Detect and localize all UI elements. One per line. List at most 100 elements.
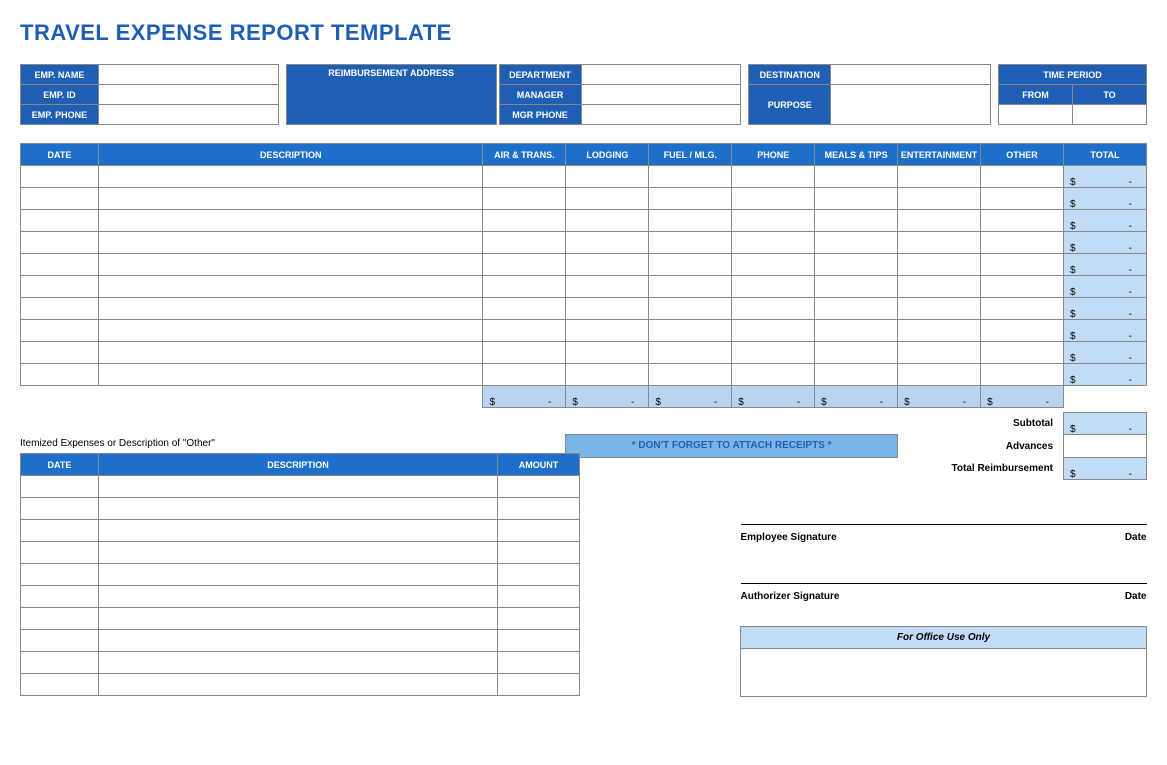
other-cell[interactable] <box>98 586 497 608</box>
expense-cell[interactable] <box>21 276 99 298</box>
expense-cell[interactable] <box>98 298 483 320</box>
input-to[interactable] <box>1072 105 1146 125</box>
other-cell[interactable] <box>98 564 497 586</box>
expense-cell[interactable] <box>898 342 981 364</box>
expense-cell[interactable] <box>981 166 1064 188</box>
input-destination[interactable] <box>831 65 991 85</box>
expense-cell[interactable] <box>898 254 981 276</box>
expense-cell[interactable] <box>815 210 898 232</box>
expense-cell[interactable] <box>21 166 99 188</box>
expense-cell[interactable] <box>649 276 732 298</box>
expense-cell[interactable] <box>21 254 99 276</box>
expense-cell[interactable] <box>815 364 898 386</box>
expense-cell[interactable] <box>732 320 815 342</box>
input-department[interactable] <box>581 65 741 85</box>
expense-cell[interactable] <box>566 254 649 276</box>
expense-cell[interactable] <box>981 276 1064 298</box>
expense-cell[interactable] <box>981 342 1064 364</box>
other-cell[interactable] <box>498 520 580 542</box>
expense-cell[interactable] <box>981 298 1064 320</box>
other-cell[interactable] <box>498 476 580 498</box>
input-from[interactable] <box>999 105 1073 125</box>
other-cell[interactable] <box>498 608 580 630</box>
expense-cell[interactable] <box>898 188 981 210</box>
expense-cell[interactable] <box>815 298 898 320</box>
expense-cell[interactable] <box>566 188 649 210</box>
expense-cell[interactable] <box>21 188 99 210</box>
other-cell[interactable] <box>498 586 580 608</box>
expense-cell[interactable] <box>732 254 815 276</box>
expense-cell[interactable] <box>566 210 649 232</box>
input-purpose[interactable] <box>831 85 991 125</box>
expense-cell[interactable] <box>98 232 483 254</box>
other-cell[interactable] <box>98 542 497 564</box>
other-cell[interactable] <box>21 498 99 520</box>
expense-cell[interactable] <box>815 188 898 210</box>
expense-cell[interactable] <box>566 320 649 342</box>
expense-cell[interactable] <box>898 232 981 254</box>
expense-cell[interactable] <box>898 276 981 298</box>
expense-cell[interactable] <box>732 188 815 210</box>
expense-cell[interactable] <box>98 276 483 298</box>
expense-cell[interactable] <box>483 232 566 254</box>
other-cell[interactable] <box>21 652 99 674</box>
expense-cell[interactable] <box>483 320 566 342</box>
expense-cell[interactable] <box>21 232 99 254</box>
other-cell[interactable] <box>21 608 99 630</box>
expense-cell[interactable] <box>732 210 815 232</box>
input-mgr-phone[interactable] <box>581 105 741 125</box>
expense-cell[interactable] <box>566 364 649 386</box>
expense-cell[interactable] <box>981 210 1064 232</box>
expense-cell[interactable] <box>483 342 566 364</box>
expense-cell[interactable] <box>981 320 1064 342</box>
input-emp-phone[interactable] <box>98 105 278 125</box>
other-cell[interactable] <box>98 498 497 520</box>
expense-cell[interactable] <box>815 320 898 342</box>
expense-cell[interactable] <box>483 364 566 386</box>
expense-cell[interactable] <box>981 232 1064 254</box>
expense-cell[interactable] <box>981 364 1064 386</box>
expense-cell[interactable] <box>483 188 566 210</box>
expense-cell[interactable] <box>483 298 566 320</box>
expense-cell[interactable] <box>649 210 732 232</box>
other-cell[interactable] <box>498 652 580 674</box>
expense-cell[interactable] <box>649 298 732 320</box>
expense-cell[interactable] <box>898 298 981 320</box>
other-cell[interactable] <box>98 476 497 498</box>
other-cell[interactable] <box>498 674 580 696</box>
expense-cell[interactable] <box>732 298 815 320</box>
expense-cell[interactable] <box>566 232 649 254</box>
expense-cell[interactable] <box>483 254 566 276</box>
expense-cell[interactable] <box>21 298 99 320</box>
expense-cell[interactable] <box>981 254 1064 276</box>
expense-cell[interactable] <box>649 188 732 210</box>
other-cell[interactable] <box>98 630 497 652</box>
expense-cell[interactable] <box>98 254 483 276</box>
expense-cell[interactable] <box>732 276 815 298</box>
expense-cell[interactable] <box>815 342 898 364</box>
input-manager[interactable] <box>581 85 741 105</box>
expense-cell[interactable] <box>981 188 1064 210</box>
other-cell[interactable] <box>21 520 99 542</box>
expense-cell[interactable] <box>21 210 99 232</box>
expense-cell[interactable] <box>898 210 981 232</box>
expense-cell[interactable] <box>649 232 732 254</box>
expense-cell[interactable] <box>21 342 99 364</box>
input-emp-name[interactable] <box>98 65 278 85</box>
expense-cell[interactable] <box>98 188 483 210</box>
expense-cell[interactable] <box>483 276 566 298</box>
other-cell[interactable] <box>498 542 580 564</box>
other-cell[interactable] <box>98 520 497 542</box>
expense-cell[interactable] <box>649 166 732 188</box>
other-cell[interactable] <box>21 586 99 608</box>
expense-cell[interactable] <box>483 166 566 188</box>
other-cell[interactable] <box>21 542 99 564</box>
expense-cell[interactable] <box>21 364 99 386</box>
expense-cell[interactable] <box>732 166 815 188</box>
expense-cell[interactable] <box>815 254 898 276</box>
expense-cell[interactable] <box>566 276 649 298</box>
expense-cell[interactable] <box>98 166 483 188</box>
expense-cell[interactable] <box>98 320 483 342</box>
expense-cell[interactable] <box>898 364 981 386</box>
expense-cell[interactable] <box>815 232 898 254</box>
